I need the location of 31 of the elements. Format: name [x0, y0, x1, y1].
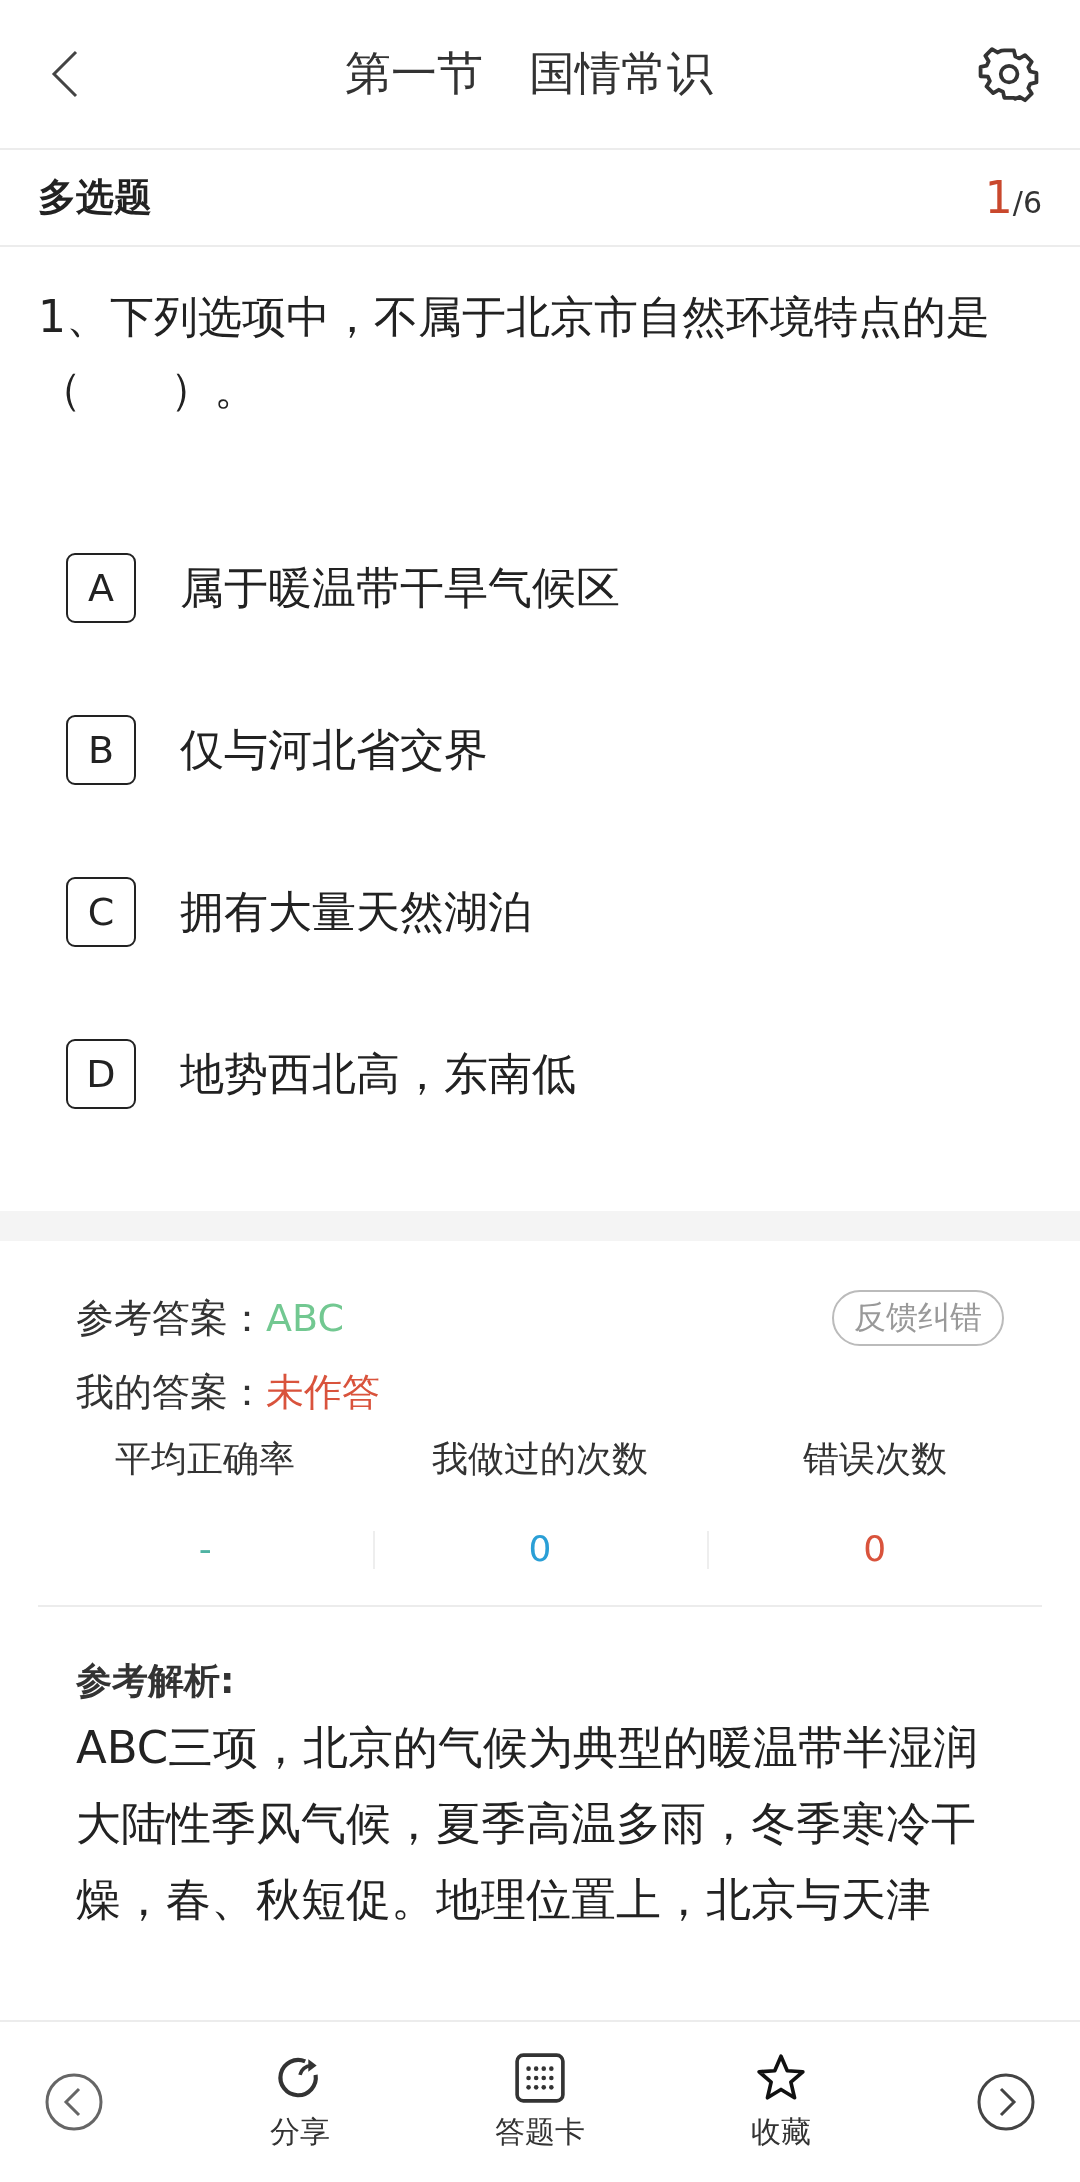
page-title: 第一节 国情常识 [345, 45, 713, 102]
option-letter[interactable]: A [66, 553, 136, 623]
option-letter[interactable]: B [66, 715, 136, 785]
favorite-button[interactable]: 收藏 [750, 2051, 811, 2153]
option-text[interactable]: 地势西北高，东南低 [180, 1044, 576, 1104]
stat-value: 0 [528, 1528, 552, 1569]
grid-icon[interactable] [514, 2051, 566, 2104]
stat-label: 平均正确率 [115, 1437, 296, 1481]
my-answer: 未作答 [266, 1368, 380, 1416]
stat-value: 0 [863, 1528, 887, 1569]
question-text: 1、下列选项中，不属于北京市自然环境特点的是（ ）。 [38, 290, 991, 416]
question-type: 多选题 [38, 174, 152, 221]
option-text[interactable]: 属于暖温带干旱气候区 [180, 558, 620, 618]
explanation-title: 参考解析: [76, 1660, 235, 1701]
reference-answer: ABC [266, 1296, 344, 1340]
stat-value: - [198, 1528, 212, 1569]
next-icon[interactable] [976, 2072, 1036, 2132]
share-button[interactable]: 分享 [269, 2051, 330, 2153]
option-letter[interactable]: D [66, 1039, 136, 1109]
reference-answer-label: 参考答案： [76, 1294, 266, 1342]
previous-icon[interactable] [44, 2072, 104, 2132]
option-text[interactable]: 仅与河北省交界 [180, 720, 488, 780]
explanation-text: ABC三项，北京的气候为典型的暖温带半湿润大陆性季风气候，夏季高温多雨，冬季寒冷干燥，春、秋短促。地理位置上，北京与天津 [76, 1720, 980, 1928]
option-text[interactable]: 拥有大量天然湖泊 [180, 882, 532, 942]
question-counter: 1/6 [984, 172, 1042, 223]
my-answer-label: 我的答案： [76, 1368, 266, 1416]
back-icon[interactable] [50, 49, 80, 99]
stat-label: 我做过的次数 [432, 1437, 648, 1481]
option-letter[interactable]: C [66, 877, 136, 947]
card-button[interactable]: 答题卡 [495, 2051, 585, 2153]
stat-label: 错误次数 [802, 1437, 947, 1481]
